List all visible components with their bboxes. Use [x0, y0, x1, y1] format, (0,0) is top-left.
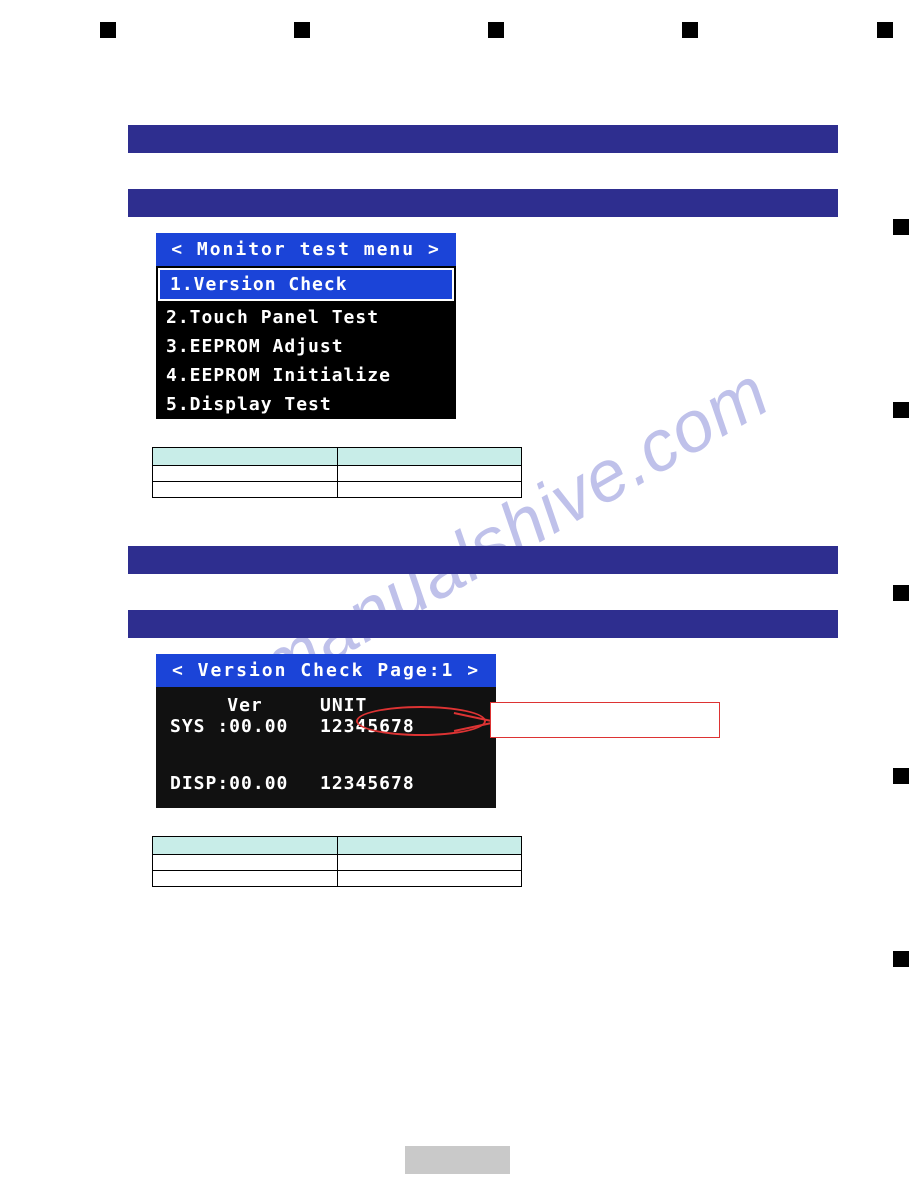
crop-mark — [893, 585, 909, 601]
monitor-test-menu: < Monitor test menu > 1.Version Check 2.… — [156, 233, 456, 419]
table-header — [153, 448, 338, 466]
crop-mark — [893, 219, 909, 235]
table-header — [153, 837, 338, 855]
table-cell — [153, 855, 338, 871]
crop-mark — [893, 402, 909, 418]
table-cell — [337, 871, 522, 887]
section-bar — [128, 189, 838, 217]
crop-mark — [893, 768, 909, 784]
callout-box — [490, 702, 720, 738]
row-disp-unit: 12345678 — [320, 773, 460, 794]
crop-mark — [488, 22, 504, 38]
crop-mark — [100, 22, 116, 38]
table-cell — [337, 466, 522, 482]
page-content: < Monitor test menu > 1.Version Check 2.… — [128, 125, 838, 887]
table-cell — [153, 482, 338, 498]
crop-mark — [893, 951, 909, 967]
section-bar — [128, 610, 838, 638]
version-check-panel: < Version Check Page:1 > Ver UNIT SYS :0… — [156, 654, 496, 808]
menu-item-eeprom-adjust[interactable]: 3.EEPROM Adjust — [156, 332, 456, 361]
row-sys-label: SYS :00.00 — [170, 716, 320, 737]
menu-item-touch-panel-test[interactable]: 2.Touch Panel Test — [156, 303, 456, 332]
table-header — [337, 448, 522, 466]
section-bar — [128, 546, 838, 574]
menu-title: < Monitor test menu > — [156, 233, 456, 266]
page-footer-box — [405, 1146, 510, 1174]
row-disp-label: DISP:00.00 — [170, 773, 320, 794]
info-table-1 — [152, 447, 522, 498]
table-cell — [337, 482, 522, 498]
menu-item-version-check[interactable]: 1.Version Check — [158, 268, 454, 301]
crop-mark — [877, 22, 893, 38]
table-cell — [153, 871, 338, 887]
crop-mark — [294, 22, 310, 38]
menu-items: 1.Version Check 2.Touch Panel Test 3.EEP… — [156, 268, 456, 419]
callout-pointer — [454, 712, 494, 732]
info-table-2 — [152, 836, 522, 887]
table-header — [337, 837, 522, 855]
table-cell — [337, 855, 522, 871]
section-bar — [128, 125, 838, 153]
version-check-title: < Version Check Page:1 > — [156, 654, 496, 687]
table-cell — [153, 466, 338, 482]
crop-mark — [682, 22, 698, 38]
menu-item-display-test[interactable]: 5.Display Test — [156, 390, 456, 419]
column-header-ver: Ver — [170, 695, 320, 716]
menu-item-eeprom-initialize[interactable]: 4.EEPROM Initialize — [156, 361, 456, 390]
